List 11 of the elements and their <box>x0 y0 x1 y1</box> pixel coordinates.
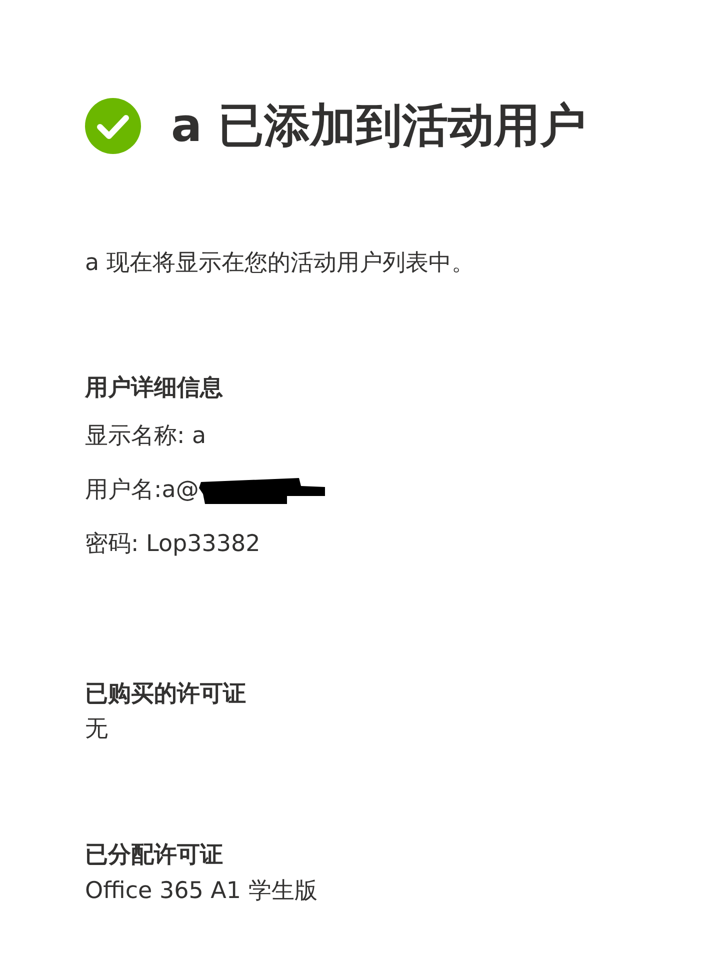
detail-text: Office 365 A1 学生版 <box>85 877 318 906</box>
checkmark-icon <box>85 98 141 154</box>
detail-text: 显示名称: a <box>85 422 206 451</box>
section-heading: 用户详细信息 <box>85 374 224 403</box>
detail-text: 无 <box>85 715 108 744</box>
detail-text: 用户名:a@ <box>85 476 199 505</box>
section-heading: 已分配许可证 <box>85 841 224 870</box>
page-title: a 已添加到活动用户 <box>171 98 586 154</box>
section-heading: 已购买的许可证 <box>85 680 247 709</box>
detail-text: 密码: Lop33382 <box>85 530 260 559</box>
confirmation-message: a 现在将显示在您的活动用户列表中。 <box>85 249 476 278</box>
